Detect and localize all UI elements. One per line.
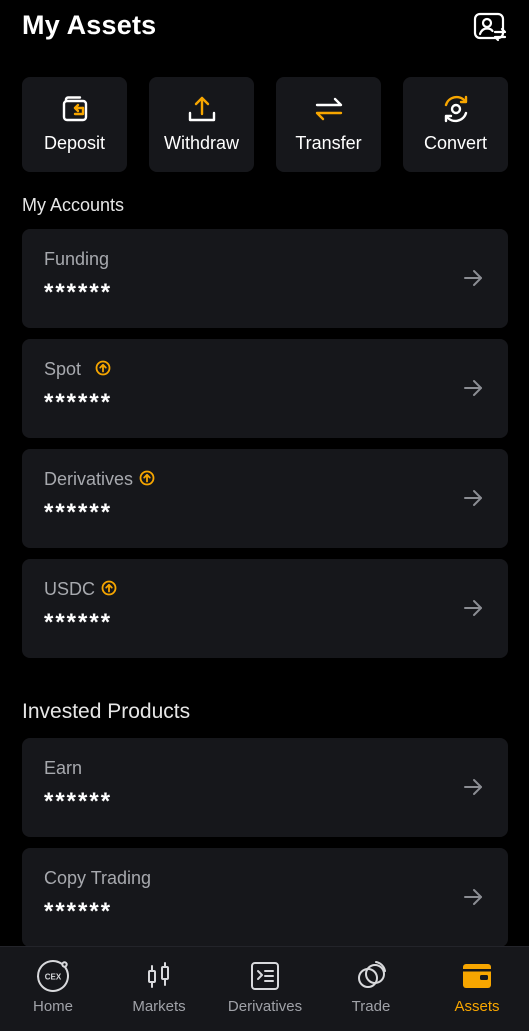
account-balance-hidden: ****** [44, 279, 113, 306]
arrow-right-icon [464, 889, 482, 905]
tab-label: Markets [132, 998, 186, 1015]
tab-markets[interactable]: Markets [106, 947, 212, 1031]
product-balance-hidden: ****** [44, 898, 113, 925]
account-label: Derivatives [44, 468, 134, 489]
withdraw-label: Withdraw [163, 133, 239, 153]
withdraw-button[interactable]: Withdraw [149, 77, 254, 172]
invested-products-title: Invested Products [22, 700, 191, 723]
trade-icon [358, 961, 386, 988]
tab-label: Home [32, 998, 73, 1015]
profile-switch-button[interactable] [473, 12, 509, 44]
account-balance-hidden: ****** [44, 609, 113, 636]
product-card-copy-trading[interactable]: Copy Trading ****** [22, 848, 508, 947]
upload-icon [188, 96, 215, 122]
deposit-button[interactable]: Deposit [22, 77, 127, 172]
convert-icon [444, 95, 467, 123]
tab-label: Assets [454, 998, 500, 1015]
tab-home[interactable]: CEX Home [0, 947, 106, 1031]
upgrade-arrow-icon [139, 470, 155, 486]
arrow-right-icon [464, 270, 482, 286]
account-card-spot[interactable]: Spot ****** [22, 339, 508, 438]
arrow-right-icon [464, 600, 482, 616]
tab-label: Trade [351, 998, 391, 1015]
tab-trade[interactable]: Trade [318, 947, 424, 1031]
account-label: Funding [44, 248, 110, 269]
swap-arrows-icon [315, 97, 342, 121]
cex-home-icon: CEX [37, 960, 69, 992]
account-label: USDC [44, 578, 96, 599]
transfer-label: Transfer [295, 133, 362, 153]
my-accounts-title: My Accounts [22, 195, 125, 215]
arrow-right-icon [464, 490, 482, 506]
tab-assets[interactable]: Assets [424, 947, 529, 1031]
product-label: Earn [44, 757, 83, 778]
profile-switch-icon [473, 12, 507, 42]
convert-label: Convert [423, 133, 488, 153]
header: My Assets [22, 8, 509, 48]
quick-actions: Deposit Withdraw Transfer Convert [22, 77, 508, 172]
arrow-right-icon [464, 380, 482, 396]
convert-button[interactable]: Convert [403, 77, 508, 172]
account-label: Spot [44, 358, 82, 379]
tab-label: Derivatives [227, 998, 303, 1015]
account-balance-hidden: ****** [44, 499, 113, 526]
page-title: My Assets [22, 10, 157, 40]
product-label: Copy Trading [44, 867, 152, 888]
arrow-right-icon [464, 779, 482, 795]
transfer-button[interactable]: Transfer [276, 77, 381, 172]
candlestick-icon [148, 962, 169, 988]
account-card-funding[interactable]: Funding ****** [22, 229, 508, 328]
upgrade-arrow-icon [101, 580, 117, 596]
upgrade-arrow-icon [95, 360, 111, 376]
account-balance-hidden: ****** [44, 389, 113, 416]
product-balance-hidden: ****** [44, 788, 113, 815]
bottom-tab-bar: CEX Home Markets Derivatives Trade Asset… [0, 946, 529, 1031]
account-card-usdc[interactable]: USDC ****** [22, 559, 508, 658]
wallet-icon [463, 964, 491, 988]
tab-derivatives[interactable]: Derivatives [212, 947, 318, 1031]
deposit-label: Deposit [43, 133, 106, 153]
account-card-derivatives[interactable]: Derivatives ****** [22, 449, 508, 548]
derivatives-icon [251, 962, 279, 990]
cex-logo-text: CEX [45, 973, 62, 982]
product-card-earn[interactable]: Earn ****** [22, 738, 508, 837]
wallet-deposit-icon [62, 96, 87, 122]
